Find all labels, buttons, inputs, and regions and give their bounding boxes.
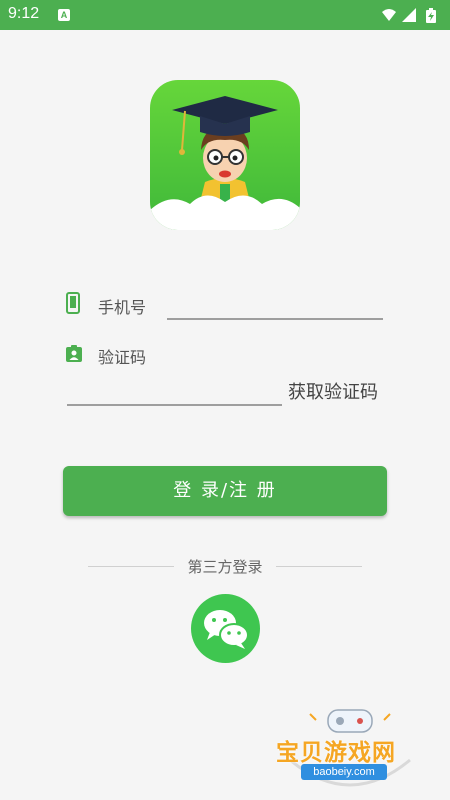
status-time: 9:12 — [8, 5, 40, 22]
divider-right — [276, 566, 362, 567]
status-bar: 9:12 A — [0, 0, 450, 30]
wifi-icon — [382, 9, 396, 21]
phone-input[interactable] — [167, 318, 383, 320]
wechat-icon — [204, 610, 249, 649]
badge-icon — [66, 345, 82, 362]
status-icons — [382, 8, 436, 23]
notification-badge: A — [58, 9, 70, 21]
watermark-url: baobeiy.com — [301, 764, 387, 780]
watermark-text: 宝贝游戏网 — [276, 740, 396, 766]
wechat-login-button[interactable] — [191, 594, 260, 663]
code-label: 验证码 — [98, 348, 147, 367]
graduate-boy-icon — [150, 80, 300, 230]
code-input[interactable] — [67, 404, 282, 406]
third-party-login-label: 第三方登录 — [187, 558, 263, 576]
signal-icon — [402, 8, 416, 22]
get-code-button[interactable]: 获取验证码 — [288, 378, 378, 404]
phone-icon — [66, 292, 80, 314]
battery-icon — [426, 8, 436, 23]
phone-label: 手机号 — [98, 298, 147, 317]
login-register-button[interactable]: 登 录/注 册 — [63, 466, 387, 516]
app-logo — [150, 80, 300, 230]
